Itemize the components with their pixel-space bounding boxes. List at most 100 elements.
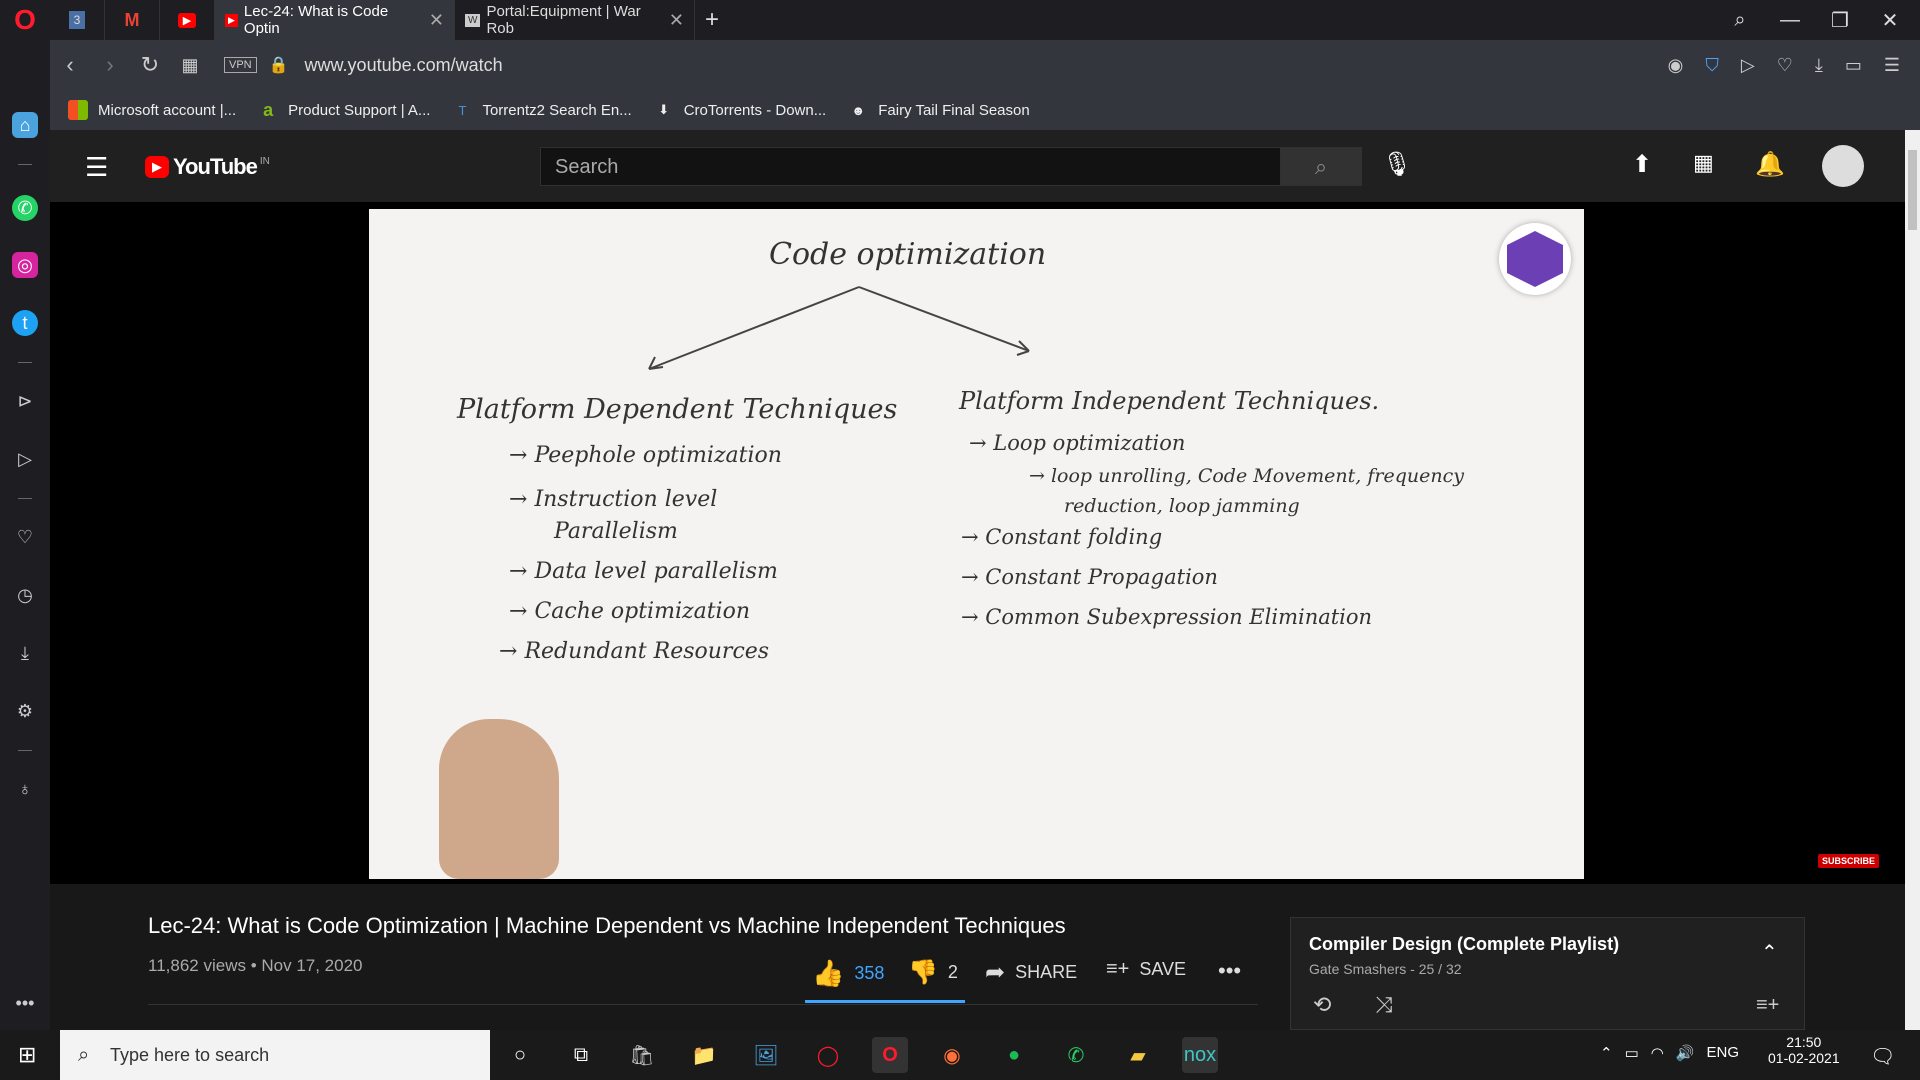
instagram-icon[interactable]: ◎: [12, 252, 38, 278]
download-icon[interactable]: ⤓: [12, 640, 38, 666]
nox-icon[interactable]: nox: [1182, 1037, 1218, 1073]
like-button[interactable]: 👍 358: [812, 958, 884, 989]
store-icon[interactable]: 🛍: [624, 1037, 660, 1073]
taskbar-search-input[interactable]: ⌕ Type here to search: [60, 1030, 490, 1080]
tab-youtube-lecture[interactable]: ▶ Lec-24: What is Code Optin ✕: [215, 0, 455, 40]
firefox-icon[interactable]: ◉: [934, 1037, 970, 1073]
opera-logo[interactable]: O: [0, 0, 50, 40]
player-icon[interactable]: ⊳: [12, 388, 38, 414]
task-view-icon[interactable]: ⧉: [563, 1037, 599, 1073]
right-item-text: loop unrolling, Code Movement, frequency: [1050, 465, 1464, 487]
reload-icon[interactable]: ↻: [130, 52, 170, 78]
file-explorer-icon[interactable]: 📁: [686, 1037, 722, 1073]
tab-gmail[interactable]: M: [105, 0, 160, 40]
search-input[interactable]: Search: [540, 147, 1285, 186]
shuffle-icon[interactable]: ⤨: [1375, 992, 1393, 1018]
minimize-button[interactable]: —: [1765, 0, 1815, 40]
download-icon[interactable]: ⤓: [1815, 55, 1823, 76]
battery-icon[interactable]: ▭: [1625, 1044, 1639, 1062]
cortana-icon[interactable]: ○: [502, 1037, 538, 1073]
lightbulb-icon[interactable]: ♁: [12, 776, 38, 802]
youtube-logo[interactable]: ▶ YouTube IN: [145, 154, 270, 180]
camera-icon[interactable]: ◉: [1668, 55, 1684, 76]
bookmark-torrentz[interactable]: T Torrentz2 Search En...: [452, 100, 631, 120]
opera-icon[interactable]: O: [872, 1037, 908, 1073]
opera-gx-icon[interactable]: ◯: [810, 1037, 846, 1073]
settings-icon[interactable]: ⚙: [12, 698, 38, 724]
clock[interactable]: 21:50 01-02-2021: [1768, 1034, 1840, 1066]
bookmark-crotorrents[interactable]: ⬇ CroTorrents - Down...: [654, 100, 826, 120]
page-scrollbar[interactable]: [1905, 130, 1920, 1030]
close-icon[interactable]: ✕: [669, 10, 684, 31]
left-item: → Cache optimization: [509, 599, 750, 624]
share-label: SHARE: [1015, 962, 1078, 982]
subscribe-watermark[interactable]: SUBSCRIBE: [1818, 854, 1880, 868]
more-icon[interactable]: •••: [12, 990, 38, 1016]
playlist-menu-icon[interactable]: ≡+: [1756, 994, 1779, 1017]
spotify-icon[interactable]: ●: [996, 1037, 1032, 1073]
apps-icon[interactable]: ▦: [1693, 150, 1714, 176]
send-icon[interactable]: ▷: [12, 446, 38, 472]
loop-icon[interactable]: ⟲: [1313, 992, 1331, 1018]
tabs-grid-icon[interactable]: ▦: [170, 55, 210, 76]
bookmark-fairytail[interactable]: ☻ Fairy Tail Final Season: [848, 100, 1029, 120]
settings-icon[interactable]: ☰: [1884, 55, 1900, 76]
upload-icon[interactable]: ⬆: [1632, 150, 1652, 179]
shield-icon[interactable]: ⛉: [1705, 55, 1719, 76]
windows-start-icon[interactable]: ⊞: [18, 1042, 36, 1068]
whatsapp-icon[interactable]: ✆: [1058, 1037, 1094, 1073]
bookmark-microsoft[interactable]: Microsoft account |...: [68, 100, 236, 120]
right-item-text: Constant folding: [985, 525, 1163, 549]
close-window-button[interactable]: ✕: [1865, 0, 1915, 40]
collapse-chevron-icon[interactable]: ⌃: [1761, 940, 1778, 965]
youtube-icon: ▶: [177, 12, 197, 28]
language-indicator[interactable]: ENG: [1707, 1044, 1740, 1062]
search-button[interactable]: ⌕: [1280, 147, 1362, 186]
forward-button[interactable]: ›: [90, 52, 130, 78]
playlist-title[interactable]: Compiler Design (Complete Playlist): [1309, 934, 1619, 955]
close-icon[interactable]: ✕: [429, 10, 444, 31]
tab-war-robots[interactable]: W Portal:Equipment | War Rob ✕: [455, 0, 695, 40]
save-button[interactable]: ≡+ SAVE: [1106, 958, 1186, 981]
thumbs-up-icon: 👍: [812, 958, 845, 988]
vpn-badge[interactable]: VPN: [224, 57, 257, 73]
menu-icon[interactable]: ☰: [85, 152, 108, 183]
search-tabs-icon[interactable]: ⌕: [1715, 0, 1765, 40]
left-item-text: Cache optimization: [534, 599, 750, 624]
notifications-bell-icon[interactable]: 🔔: [1755, 150, 1785, 179]
left-item-text: Redundant Resources: [524, 639, 770, 664]
avatar[interactable]: [1822, 145, 1864, 187]
battery-icon[interactable]: ▭: [1845, 55, 1862, 76]
right-item: → Constant Propagation: [961, 565, 1218, 589]
twitter-icon[interactable]: t: [12, 310, 38, 336]
scrollbar-thumb[interactable]: [1908, 150, 1917, 230]
heart-icon[interactable]: ♡: [1777, 55, 1793, 76]
tab-youtube[interactable]: ▶: [160, 0, 215, 40]
wifi-icon[interactable]: ◠: [1651, 1044, 1664, 1062]
history-icon[interactable]: ◷: [12, 582, 38, 608]
url-field[interactable]: www.youtube.com/watch: [305, 55, 503, 76]
microphone-icon[interactable]: 🎙: [1382, 150, 1412, 179]
heart-icon[interactable]: ♡: [12, 524, 38, 550]
sticky-notes-icon[interactable]: ▰: [1120, 1037, 1156, 1073]
divider: [18, 498, 32, 499]
share-button[interactable]: ➦ SHARE: [985, 958, 1077, 987]
dislike-button[interactable]: 👎 2: [908, 958, 958, 987]
restore-button[interactable]: ❐: [1815, 0, 1865, 40]
volume-icon[interactable]: 🔊: [1676, 1044, 1695, 1062]
back-button[interactable]: ‹: [50, 52, 90, 78]
right-item: → Loop optimization: [969, 431, 1186, 455]
presenter-hand: [439, 719, 559, 879]
bookmark-acer[interactable]: a Product Support | A...: [258, 100, 430, 120]
more-actions-icon[interactable]: •••: [1218, 958, 1241, 984]
home-icon[interactable]: ⌂: [12, 112, 38, 138]
notification-center-icon[interactable]: 🗨: [1870, 1044, 1895, 1069]
send-icon[interactable]: ▷: [1741, 55, 1755, 76]
photos-icon[interactable]: 🖼: [748, 1037, 784, 1073]
video-frame[interactable]: Code optimization Platform Dependent Tec…: [369, 209, 1584, 879]
tab-opera-mail[interactable]: 3: [50, 0, 105, 40]
wiki-icon: W: [465, 13, 481, 27]
whatsapp-icon[interactable]: ✆: [12, 195, 38, 221]
tray-chevron-icon[interactable]: ⌃: [1600, 1044, 1613, 1062]
new-tab-button[interactable]: +: [695, 0, 729, 40]
